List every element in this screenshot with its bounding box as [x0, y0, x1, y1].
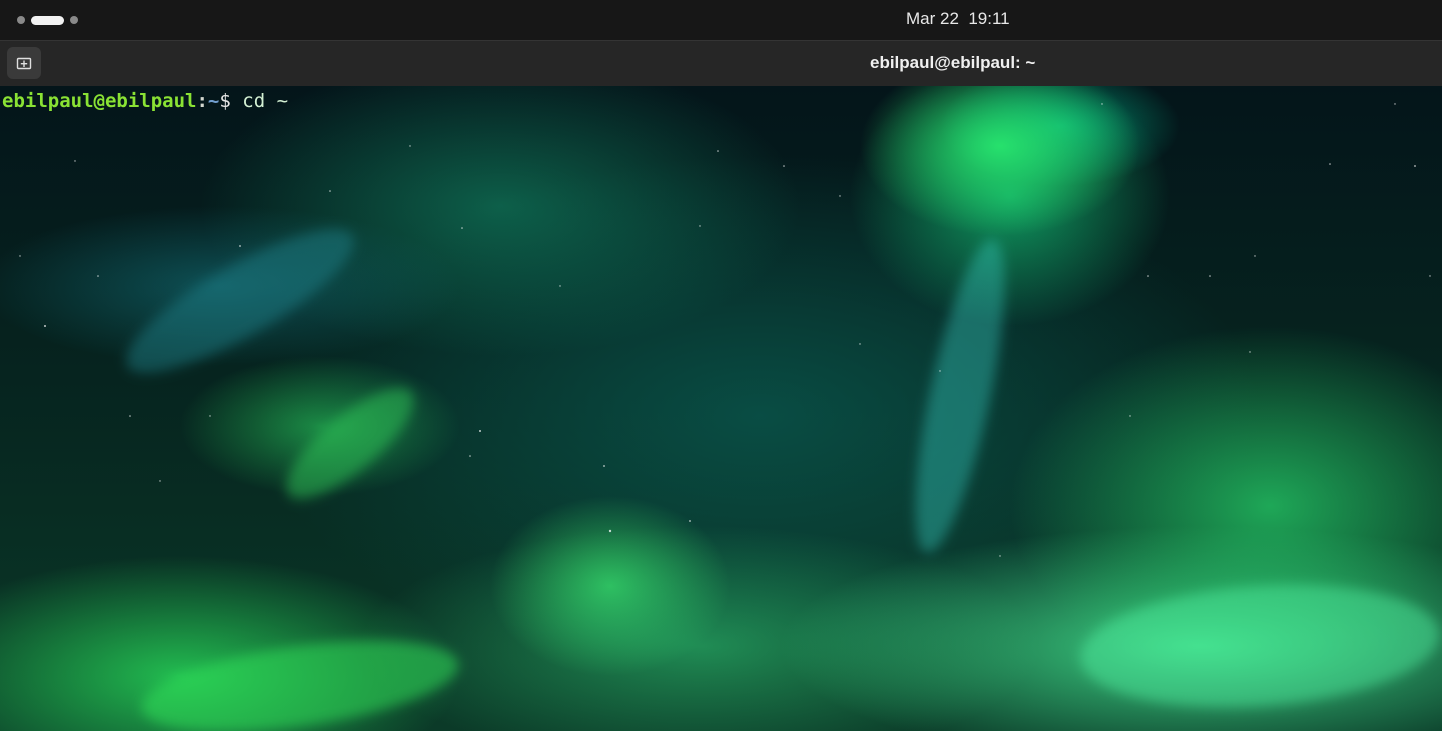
desktop-screen: Mar 22 19:11 ebilpaul@ebilpaul: ~ ebilpa…: [0, 0, 1442, 731]
star-field: [19, 103, 1431, 557]
prompt-path: ~: [207, 90, 220, 112]
clock[interactable]: Mar 22 19:11: [906, 9, 1010, 29]
workspace-indicator[interactable]: [17, 14, 84, 26]
prompt-symbol: $: [219, 90, 231, 112]
new-tab-button[interactable]: [7, 47, 41, 79]
new-tab-icon: [16, 57, 32, 70]
typed-command: cd ~: [230, 90, 289, 112]
terminal-prompt-line[interactable]: ebilpaul@ebilpaul:~$ cd ~: [2, 89, 288, 113]
terminal-title: ebilpaul@ebilpaul: ~: [870, 53, 1036, 72]
workspace-dot[interactable]: [70, 16, 78, 24]
prompt-colon: :: [196, 90, 208, 112]
workspace-active-pill[interactable]: [31, 15, 64, 25]
terminal-body[interactable]: ebilpaul@ebilpaul:~$ cd ~: [0, 86, 1442, 731]
workspace-dot[interactable]: [17, 16, 25, 24]
terminal-header-bar: ebilpaul@ebilpaul: ~: [0, 40, 1442, 86]
prompt-user-host: ebilpaul@ebilpaul: [2, 90, 197, 112]
top-bar: Mar 22 19:11: [0, 0, 1442, 40]
